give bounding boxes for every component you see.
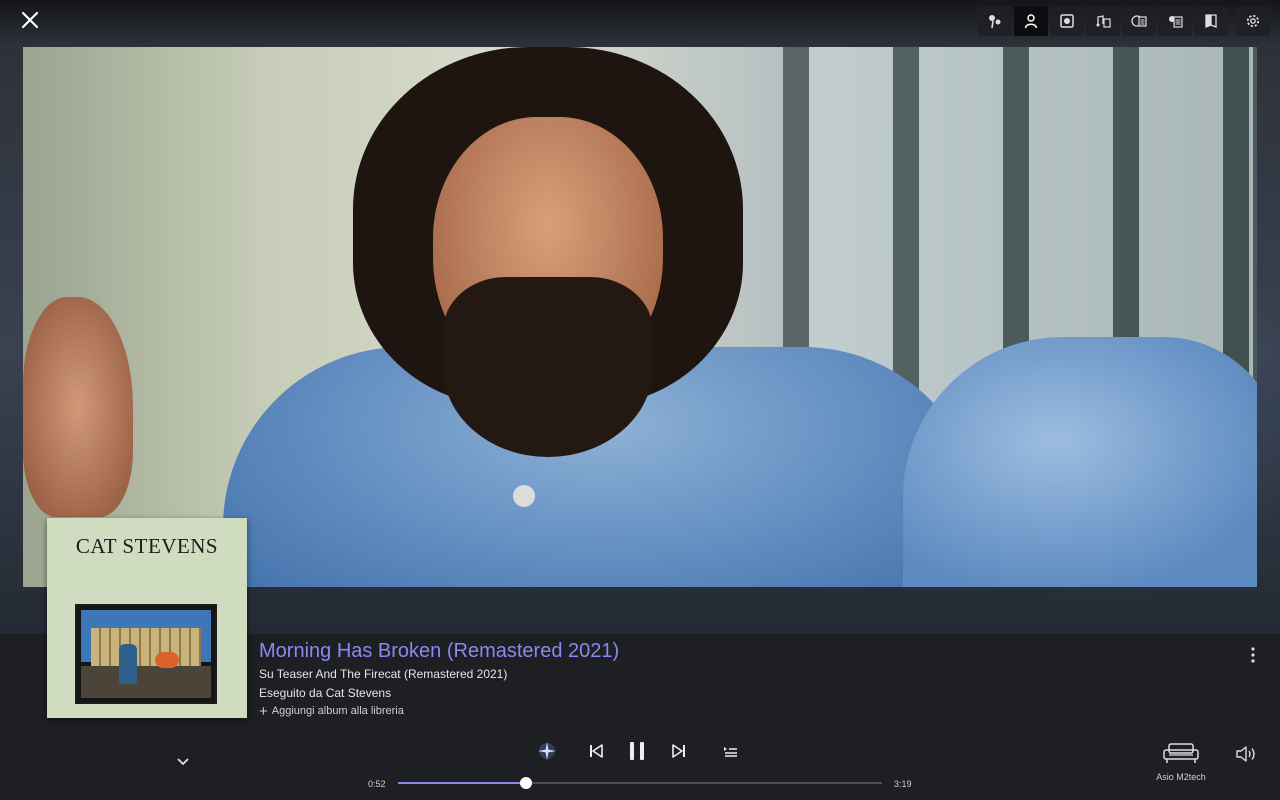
track-album[interactable]: Su Teaser And The Firecat (Remastered 20… <box>259 667 507 681</box>
artist-bio-icon <box>1169 16 1183 28</box>
cover-fence <box>91 628 201 668</box>
cover-title: CAT STEVENS <box>75 534 219 558</box>
album-art-button[interactable] <box>1050 6 1084 36</box>
sofa-icon <box>1163 743 1199 763</box>
pause-icon <box>630 742 644 760</box>
queue-icon <box>724 747 737 757</box>
close-button[interactable] <box>18 8 42 32</box>
photo-beard <box>443 277 653 457</box>
add-to-library-label: Aggiungi album alla libreria <box>271 705 404 717</box>
skip-previous-icon <box>590 744 603 758</box>
booklet-button[interactable] <box>1194 6 1228 36</box>
visualizer-button[interactable] <box>978 6 1012 36</box>
photo-hand <box>23 297 133 517</box>
plus-icon: + <box>259 702 268 720</box>
next-button[interactable] <box>672 744 686 758</box>
settings-icon <box>1246 14 1260 28</box>
add-to-library-button[interactable]: + Aggiungi album alla libreria <box>259 702 404 720</box>
more-options-button[interactable] <box>1244 646 1262 664</box>
progress-handle[interactable] <box>519 777 532 789</box>
total-time: 3:19 <box>894 779 912 789</box>
progress-fill <box>398 782 526 784</box>
photo-shirt-button <box>513 485 535 507</box>
progress-bar[interactable] <box>398 777 882 789</box>
output-device-button[interactable]: Asio M2tech <box>1150 742 1212 786</box>
queue-button[interactable] <box>723 745 738 757</box>
lyrics-button[interactable] <box>1086 6 1120 36</box>
chevron-down-icon <box>177 758 189 766</box>
elapsed-time: 0:52 <box>368 779 386 789</box>
cover-boy <box>119 644 137 684</box>
track-artist[interactable]: Eseguito da Cat Stevens <box>259 686 391 700</box>
album-cover[interactable]: CAT STEVENS <box>47 518 247 718</box>
artist-bio-button[interactable] <box>1158 6 1192 36</box>
more-vertical-icon <box>1251 647 1255 663</box>
collapse-button[interactable] <box>175 755 191 769</box>
volume-icon <box>1236 746 1255 762</box>
artist-icon <box>1024 14 1038 29</box>
lyrics-icon <box>1096 15 1111 28</box>
visualizer-icon <box>989 15 1001 29</box>
close-icon <box>21 11 39 29</box>
previous-button[interactable] <box>589 744 603 758</box>
cover-illustration <box>75 604 217 704</box>
settings-button[interactable] <box>1236 6 1270 36</box>
sparkle-icon <box>538 742 556 760</box>
output-device-label: Asio M2tech <box>1156 772 1206 782</box>
artist-view-button[interactable] <box>1014 6 1048 36</box>
booklet-icon <box>1205 14 1217 28</box>
album-review-button[interactable] <box>1122 6 1156 36</box>
artist-photo <box>23 47 1257 587</box>
pause-button[interactable] <box>628 741 646 761</box>
volume-button[interactable] <box>1235 744 1257 764</box>
view-toolbar <box>978 6 1270 36</box>
album-art-icon <box>1060 14 1074 28</box>
skip-next-icon <box>672 744 685 758</box>
cover-cat <box>155 652 179 668</box>
cover-ground <box>81 666 211 698</box>
album-review-icon <box>1131 15 1147 27</box>
sparkle-button[interactable] <box>536 740 558 762</box>
track-title[interactable]: Morning Has Broken (Remastered 2021) <box>259 640 619 663</box>
